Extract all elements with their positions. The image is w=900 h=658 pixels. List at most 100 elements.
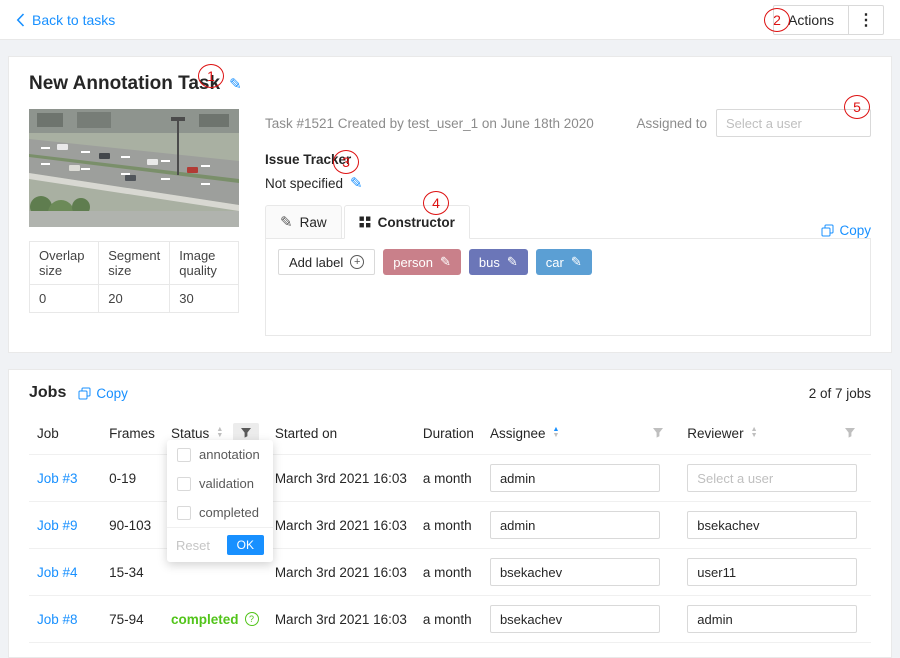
assignee-input[interactable]	[490, 558, 660, 586]
col-header-frames: Frames	[101, 412, 163, 455]
copy-jobs-label: Copy	[96, 386, 128, 401]
filter-option-validation[interactable]: validation	[167, 469, 273, 498]
label-bus-name: bus	[479, 255, 500, 270]
task-title: New Annotation Task	[29, 73, 220, 95]
filter-option-completed[interactable]: completed	[167, 498, 273, 527]
label-chip-car[interactable]: car ✎	[536, 249, 592, 275]
table-row: Job #9 90-103 March 3rd 2021 16:03 a mon…	[29, 502, 871, 549]
task-card: New Annotation Task ✎	[8, 56, 892, 353]
job-link[interactable]: Job #4	[37, 565, 78, 580]
back-to-tasks-link[interactable]: Back to tasks	[16, 12, 115, 28]
task-params-table: Overlap size Segment size Image quality …	[29, 241, 239, 313]
table-row: Job #4 15-34 March 3rd 2021 16:03 a mont…	[29, 549, 871, 596]
filter-option-annotation[interactable]: annotation	[167, 440, 273, 469]
tab-constructor[interactable]: Constructor	[344, 205, 470, 239]
param-header-overlap: Overlap size	[30, 242, 99, 285]
edit-task-name-icon[interactable]: ✎	[229, 75, 242, 93]
reviewer-input[interactable]	[687, 605, 857, 633]
started-cell: March 3rd 2021 16:03	[267, 455, 415, 502]
duration-cell: a month	[415, 502, 482, 549]
col-header-assignee: Assignee ▲ ▼	[482, 412, 679, 455]
issue-tracker-value: Not specified	[265, 176, 343, 191]
callout-4: 4	[423, 191, 449, 215]
assignee-input[interactable]	[490, 605, 660, 633]
reviewer-sort-icon[interactable]: ▲ ▼	[751, 427, 758, 439]
raw-tab-icon: ✎	[280, 213, 293, 231]
constructor-tab-label: Constructor	[378, 215, 455, 230]
param-header-quality: Image quality	[170, 242, 239, 285]
assigned-to-label: Assigned to	[636, 116, 707, 131]
status-completed-label: completed	[171, 612, 239, 627]
copy-icon	[78, 387, 91, 400]
edit-label-bus-icon[interactable]: ✎	[507, 254, 518, 270]
edit-issue-tracker-icon[interactable]: ✎	[350, 174, 363, 192]
edit-label-person-icon[interactable]: ✎	[440, 254, 451, 270]
col-header-started: Started on	[267, 412, 415, 455]
filter-reset-button[interactable]: Reset	[176, 538, 210, 553]
param-header-segment: Segment size	[99, 242, 170, 285]
caret-down-icon: ▼	[552, 433, 559, 439]
param-value-segment: 20	[99, 285, 170, 313]
reviewer-input[interactable]	[687, 464, 857, 492]
col-header-reviewer: Reviewer ▲ ▼	[679, 412, 871, 455]
jobs-count: 2 of 7 jobs	[809, 386, 871, 401]
status-filter-dropdown: annotation validation completed Reset OK	[167, 440, 273, 562]
question-circle-icon[interactable]: ?	[245, 612, 259, 626]
label-car-name: car	[546, 255, 564, 270]
callout-3: 3	[333, 150, 359, 174]
job-link[interactable]: Job #8	[37, 612, 78, 627]
checkbox[interactable]	[177, 506, 191, 520]
copy-jobs-link[interactable]: Copy	[78, 386, 128, 401]
add-label-button[interactable]: Add label +	[278, 249, 375, 275]
duration-cell: a month	[415, 596, 482, 643]
checkbox[interactable]	[177, 448, 191, 462]
jobs-table: Job Frames Status ▲ ▼ Started on	[29, 412, 871, 643]
table-row: Job #8 75-94 completed ? March 3rd 2021 …	[29, 596, 871, 643]
callout-5: 5	[844, 95, 870, 119]
assignee-filter-icon[interactable]	[645, 423, 671, 443]
tab-raw[interactable]: ✎ Raw	[265, 205, 342, 239]
duration-cell: a month	[415, 455, 482, 502]
back-to-tasks-label: Back to tasks	[32, 12, 115, 28]
task-meta-text: Task #1521 Created by test_user_1 on Jun…	[265, 116, 594, 131]
caret-down-icon: ▼	[216, 433, 223, 439]
reviewer-input[interactable]	[687, 558, 857, 586]
jobs-card: Jobs Copy 2 of 7 jobs Job Frames	[8, 369, 892, 658]
job-link[interactable]: Job #3	[37, 471, 78, 486]
caret-down-icon: ▼	[751, 433, 758, 439]
started-cell: March 3rd 2021 16:03	[267, 549, 415, 596]
col-header-job: Job	[29, 412, 101, 455]
filter-option-label: validation	[199, 476, 254, 491]
checkbox[interactable]	[177, 477, 191, 491]
assignee-input[interactable]	[490, 464, 660, 492]
status-sort-icon[interactable]: ▲ ▼	[216, 427, 223, 439]
constructor-icon	[359, 216, 371, 228]
label-chip-person[interactable]: person ✎	[383, 249, 461, 275]
label-person-name: person	[393, 255, 433, 270]
assignee-input[interactable]	[490, 511, 660, 539]
back-chevron-icon	[16, 13, 25, 27]
param-value-overlap: 0	[30, 285, 99, 313]
jobs-title: Jobs	[29, 384, 66, 402]
assignee-sort-icon[interactable]: ▲ ▼	[552, 427, 559, 439]
filter-ok-button[interactable]: OK	[227, 535, 264, 555]
plus-circle-icon: +	[350, 255, 364, 269]
col-header-duration: Duration	[415, 412, 482, 455]
status-header-label[interactable]: Status	[171, 426, 209, 441]
frames-cell: 15-34	[101, 549, 163, 596]
raw-tab-label: Raw	[300, 215, 327, 230]
reviewer-input[interactable]	[687, 511, 857, 539]
frames-cell: 0-19	[101, 455, 163, 502]
edit-label-car-icon[interactable]: ✎	[571, 254, 582, 270]
job-link[interactable]: Job #9	[37, 518, 78, 533]
param-value-quality: 30	[170, 285, 239, 313]
reviewer-header-label[interactable]: Reviewer	[687, 426, 743, 441]
copy-labels-link[interactable]: Copy	[821, 223, 871, 238]
label-chip-bus[interactable]: bus ✎	[469, 249, 528, 275]
more-menu-icon[interactable]: ⋮	[849, 10, 883, 30]
duration-cell: a month	[415, 549, 482, 596]
assignee-header-label[interactable]: Assignee	[490, 426, 546, 441]
callout-2: 2	[764, 8, 790, 32]
reviewer-filter-icon[interactable]	[837, 423, 863, 443]
filter-option-label: annotation	[199, 447, 260, 462]
